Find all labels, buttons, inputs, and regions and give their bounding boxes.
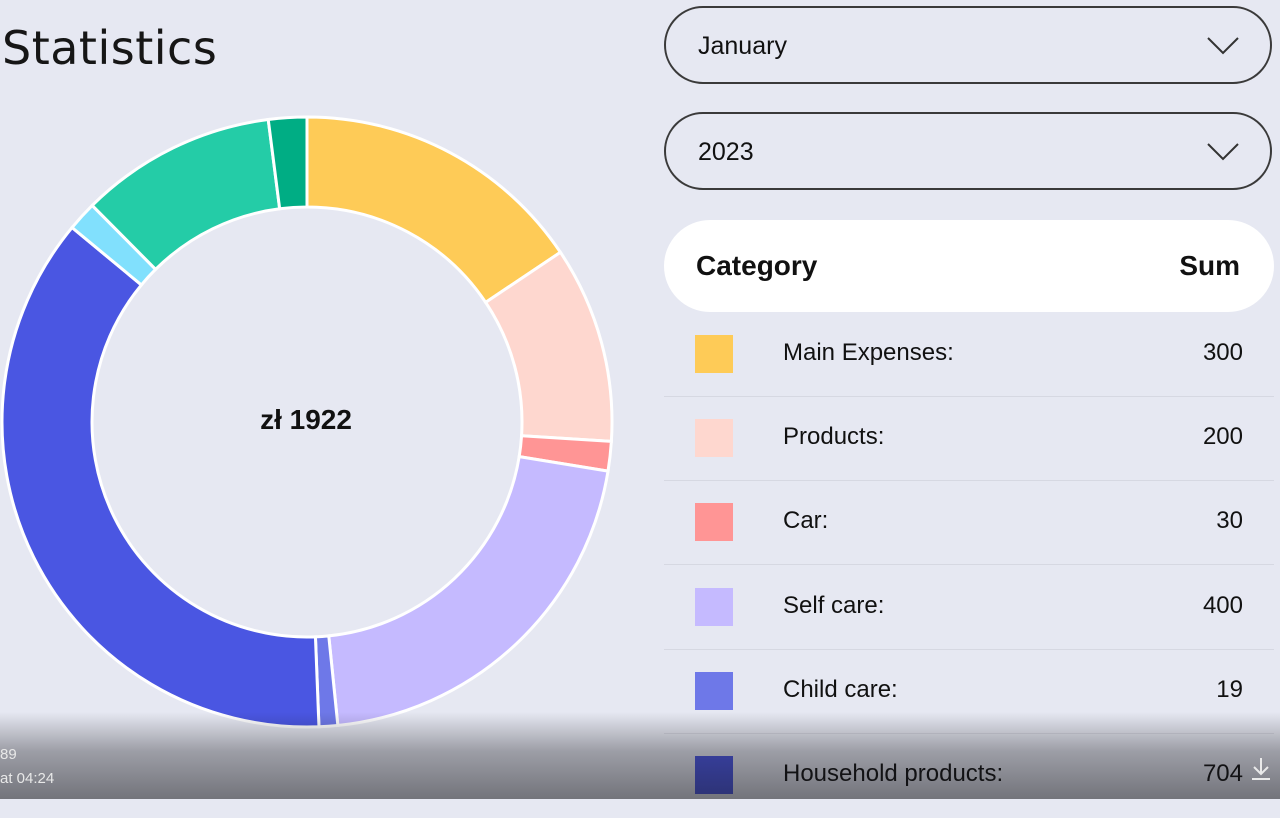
donut-slice xyxy=(0,225,321,729)
category-label: Self care: xyxy=(783,592,885,619)
category-color-swatch xyxy=(695,503,733,541)
table-header: Category Sum xyxy=(664,220,1274,312)
donut-slice xyxy=(305,115,563,305)
month-select[interactable]: January xyxy=(664,6,1272,84)
chevron-down-icon xyxy=(1207,143,1239,161)
category-color-swatch xyxy=(695,672,733,710)
category-color-swatch xyxy=(695,335,733,373)
category-sum: 200 xyxy=(1202,423,1243,450)
table-row: Products: 200 xyxy=(664,397,1274,481)
total-amount: zł 1922 xyxy=(260,404,352,435)
year-select[interactable]: 2023 xyxy=(664,112,1272,190)
category-color-swatch xyxy=(695,588,733,626)
category-label: Products: xyxy=(783,423,885,450)
page-title: Statistics xyxy=(2,21,218,75)
table-row: Child care: 19 xyxy=(664,650,1274,734)
category-sum: 19 xyxy=(1216,676,1243,703)
table-row: Household products: 704 xyxy=(664,734,1274,818)
column-header-category: Category xyxy=(696,250,818,281)
table-row: Main Expenses: 300 xyxy=(664,313,1274,397)
overlay-timestamp: at 04:24 xyxy=(0,770,55,787)
category-label: Child care: xyxy=(783,676,898,703)
category-sum: 30 xyxy=(1216,507,1243,534)
table-row: Self care: 400 xyxy=(664,566,1274,650)
year-select-value: 2023 xyxy=(698,138,754,166)
category-sum: 400 xyxy=(1202,592,1243,619)
column-header-sum: Sum xyxy=(1179,250,1240,281)
category-color-swatch xyxy=(695,756,733,794)
category-label: Household products: xyxy=(783,760,1004,787)
category-label: Main Expenses: xyxy=(783,339,954,366)
overlay-text: 89 xyxy=(0,746,17,763)
donut-slice xyxy=(327,454,610,728)
month-select-value: January xyxy=(698,32,787,60)
category-label: Car: xyxy=(783,507,829,534)
category-sum: 704 xyxy=(1202,760,1243,787)
category-color-swatch xyxy=(695,419,733,457)
table-row: Car: 30 xyxy=(664,481,1274,565)
category-sum: 300 xyxy=(1202,339,1243,366)
download-icon[interactable] xyxy=(1250,756,1272,782)
chevron-down-icon xyxy=(1207,37,1239,55)
